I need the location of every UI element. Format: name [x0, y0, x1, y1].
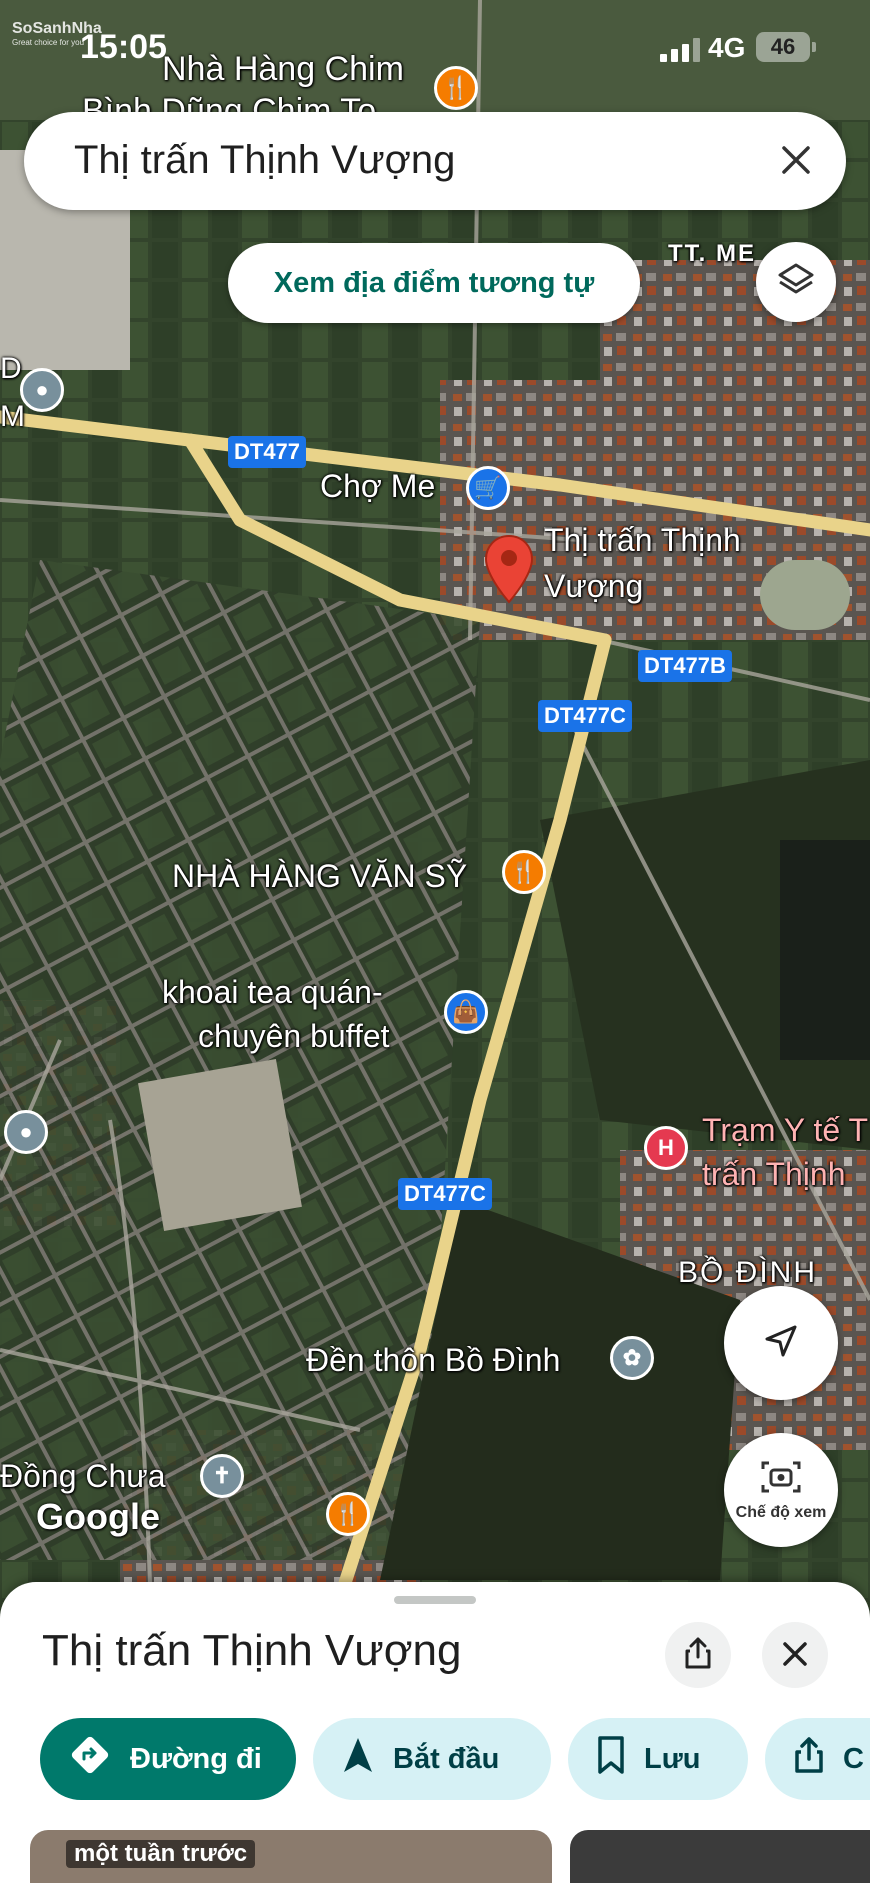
- share-icon: [793, 1736, 825, 1782]
- similar-places-button[interactable]: Xem địa điểm tương tự: [228, 243, 640, 323]
- share-action-button[interactable]: C: [765, 1718, 870, 1800]
- view-mode-button[interactable]: Chế độ xem: [724, 1433, 838, 1547]
- google-logo: Google: [36, 1496, 160, 1537]
- map-label-place-name-line1[interactable]: Thị trấn Thịnh: [544, 522, 741, 559]
- map-label-bo-dinh: BỒ ĐÌNH: [678, 1256, 818, 1289]
- map-label-den-thon[interactable]: Đền thôn Bồ Đình: [306, 1342, 560, 1379]
- map-label-khoai-tea-line2[interactable]: chuyên buffet: [198, 1018, 390, 1055]
- drag-handle[interactable]: [394, 1596, 476, 1604]
- place-marker-icon[interactable]: ●: [20, 368, 64, 412]
- road-shield-dt477c-south: DT477C: [398, 1178, 492, 1210]
- battery-icon: 46: [756, 32, 816, 62]
- road-shield-dt477: DT477: [228, 436, 307, 468]
- shopping-cart-icon[interactable]: 🛒: [466, 466, 510, 510]
- shopping-bag-icon[interactable]: 👜: [444, 990, 488, 1034]
- church-icon[interactable]: ✝: [200, 1454, 244, 1498]
- map-label-edge-left-2: M: [0, 400, 25, 433]
- share-button[interactable]: [665, 1622, 731, 1688]
- close-icon[interactable]: [768, 132, 824, 188]
- bookmark-icon: [596, 1735, 626, 1783]
- start-navigation-button[interactable]: Bắt đầu: [313, 1718, 551, 1800]
- status-time: 15:05: [80, 28, 167, 66]
- place-title: Thị trấn Thịnh Vượng: [42, 1626, 462, 1675]
- map-label-dong-chua[interactable]: Đồng Chưa: [0, 1458, 166, 1495]
- map-label-tram-y-te-line1[interactable]: Trạm Y tế T: [702, 1112, 868, 1149]
- restaurant-icon[interactable]: 🍴: [502, 850, 546, 894]
- save-button[interactable]: Lưu: [568, 1718, 748, 1800]
- battery-level: 46: [770, 34, 796, 59]
- hospital-icon[interactable]: H: [644, 1126, 688, 1170]
- view-mode-label: Chế độ xem: [735, 1503, 827, 1521]
- navigation-arrow-icon: [761, 1321, 801, 1366]
- directions-button[interactable]: Đường đi: [40, 1718, 296, 1800]
- place-marker-icon[interactable]: ●: [4, 1110, 48, 1154]
- restaurant-icon[interactable]: 🍴: [326, 1492, 370, 1536]
- signal-strength-icon: [660, 38, 700, 62]
- layers-icon: [776, 260, 816, 305]
- directions-label: Đường đi: [130, 1742, 262, 1775]
- map-label-cho-me[interactable]: Chợ Me: [320, 468, 435, 505]
- start-label: Bắt đầu: [393, 1742, 500, 1775]
- selected-place-pin-icon[interactable]: [484, 534, 534, 604]
- place-bottom-sheet[interactable]: Thị trấn Thịnh Vượng Đường đi Bắt đầu Lư…: [0, 1582, 870, 1883]
- map-label-edge-left-1: D: [0, 352, 22, 385]
- directions-icon: [68, 1733, 112, 1785]
- search-bar[interactable]: Thị trấn Thịnh Vượng: [24, 112, 846, 210]
- save-label: Lưu: [644, 1742, 701, 1775]
- map-label-khoai-tea-line1[interactable]: khoai tea quán-: [162, 974, 383, 1011]
- close-sheet-button[interactable]: [762, 1622, 828, 1688]
- action-buttons: Đường đi Bắt đầu Lưu C: [40, 1718, 870, 1802]
- camera-view-icon: [760, 1459, 802, 1500]
- place-photo[interactable]: một tuần trước: [30, 1830, 552, 1883]
- navigation-arrow-icon: [341, 1735, 375, 1783]
- share-icon: [682, 1636, 714, 1675]
- photo-caption: một tuần trước: [66, 1840, 256, 1868]
- map-label-tt-me: TT. ME: [668, 240, 756, 267]
- map-label-nha-hang-van-sy[interactable]: NHÀ HÀNG VĂN SỸ: [172, 858, 467, 895]
- close-icon: [782, 1634, 808, 1677]
- road-shield-dt477c: DT477C: [538, 700, 632, 732]
- map-label-tram-y-te-line2[interactable]: trấn Thịnh: [702, 1156, 846, 1193]
- my-location-button[interactable]: [724, 1286, 838, 1400]
- map-label-place-name-line2[interactable]: Vượng: [544, 568, 643, 605]
- share-label: C: [843, 1742, 864, 1775]
- road-shield-dt477b: DT477B: [638, 650, 732, 682]
- place-photo-secondary[interactable]: [570, 1830, 870, 1883]
- status-bar: SoSanhNha Great choice for you 15:05 4G …: [0, 0, 870, 100]
- network-type: 4G: [708, 32, 746, 63]
- search-query[interactable]: Thị trấn Thịnh Vượng: [74, 138, 455, 183]
- layers-button[interactable]: [756, 242, 836, 322]
- temple-icon[interactable]: ✿: [610, 1336, 654, 1380]
